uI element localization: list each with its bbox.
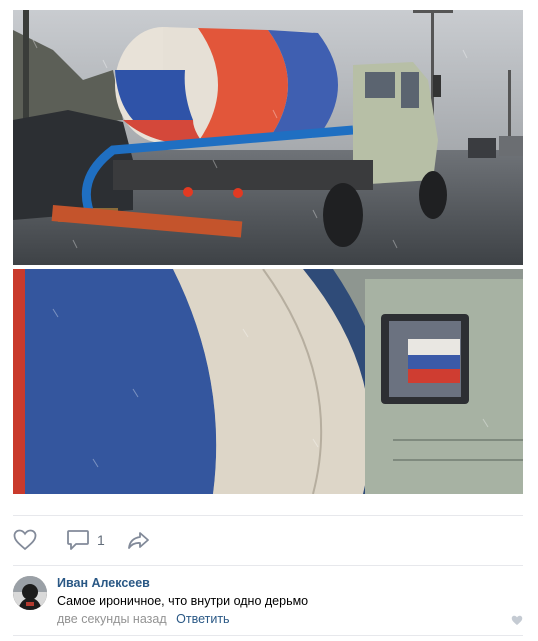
reply-button[interactable]: Ответить <box>176 612 229 626</box>
heart-icon <box>511 615 523 625</box>
divider <box>13 565 523 566</box>
comment-text: Самое ироничное, что внутри одно дерьмо <box>57 594 309 608</box>
comment-time[interactable]: две секунды назад <box>57 612 167 626</box>
post-actions-bar: 1 <box>13 526 180 554</box>
comment-author[interactable]: Иван Алексеев <box>57 576 150 590</box>
like-button[interactable] <box>13 529 44 551</box>
divider <box>13 515 523 516</box>
post-photo-tank-closeup[interactable] <box>13 269 523 494</box>
share-button[interactable] <box>127 529 158 551</box>
comment-button[interactable]: 1 <box>66 529 105 551</box>
comment-icon <box>67 530 89 550</box>
heart-icon <box>13 529 37 551</box>
post-photo-truck[interactable] <box>13 10 523 265</box>
comment-meta: две секунды назад Ответить <box>57 612 230 626</box>
share-icon <box>127 532 149 549</box>
divider <box>13 635 523 636</box>
avatar[interactable] <box>13 576 47 610</box>
comment-item: Иван Алексеев Самое ироничное, что внутр… <box>13 574 523 630</box>
comment-count: 1 <box>97 532 105 548</box>
comment-like-button[interactable] <box>511 613 523 631</box>
